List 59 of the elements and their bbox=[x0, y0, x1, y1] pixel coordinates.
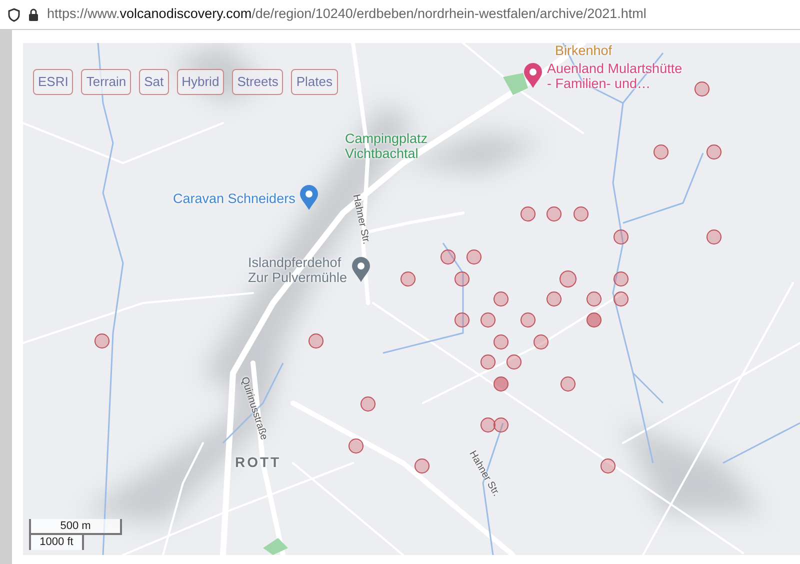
earthquake-marker[interactable] bbox=[414, 458, 430, 474]
earthquake-marker[interactable] bbox=[494, 334, 508, 350]
layer-button[interactable]: ESRI bbox=[33, 69, 74, 95]
map-pin-icon[interactable] bbox=[351, 257, 372, 283]
earthquake-marker[interactable] bbox=[694, 82, 710, 96]
earthquake-marker[interactable] bbox=[494, 376, 508, 392]
earthquake-marker[interactable] bbox=[480, 354, 496, 370]
earthquake-marker[interactable] bbox=[706, 230, 722, 244]
layer-button[interactable]: Terrain bbox=[81, 69, 132, 95]
earthquake-marker[interactable] bbox=[94, 334, 110, 348]
earthquake-marker[interactable] bbox=[614, 292, 628, 306]
street-label: Hahner Str. bbox=[349, 193, 373, 246]
earthquake-marker[interactable] bbox=[400, 272, 416, 286]
earthquake-marker[interactable] bbox=[586, 312, 602, 328]
earthquake-marker[interactable] bbox=[560, 270, 576, 288]
earthquake-marker[interactable] bbox=[600, 458, 616, 474]
layer-button[interactable]: Sat bbox=[139, 69, 169, 95]
poi-label: Auenland Mulartshütte - Familien- und… bbox=[547, 61, 682, 91]
earthquake-marker[interactable] bbox=[614, 230, 628, 244]
map-pin-icon[interactable] bbox=[523, 63, 543, 89]
earthquake-marker[interactable] bbox=[614, 272, 628, 286]
place-label: Campingplatz Vichtbachtal bbox=[345, 131, 428, 161]
earthquake-marker[interactable] bbox=[506, 354, 522, 370]
park-area bbox=[503, 73, 528, 95]
earthquake-marker[interactable] bbox=[440, 250, 456, 264]
earthquake-marker[interactable] bbox=[534, 334, 548, 350]
earthquake-marker[interactable] bbox=[308, 334, 324, 348]
earthquake-marker[interactable] bbox=[454, 272, 470, 286]
earthquake-marker[interactable] bbox=[466, 250, 482, 264]
earthquake-marker[interactable] bbox=[480, 418, 496, 432]
earthquake-marker[interactable] bbox=[546, 292, 562, 306]
lock-icon bbox=[28, 8, 39, 22]
layer-button[interactable]: Plates bbox=[291, 69, 338, 95]
earthquake-marker[interactable] bbox=[586, 292, 602, 306]
place-label: Birkenhof bbox=[555, 43, 612, 58]
earthquake-marker[interactable] bbox=[520, 206, 536, 222]
layer-button[interactable]: Hybrid bbox=[176, 69, 224, 95]
town-label: ROTT bbox=[235, 455, 282, 470]
earthquake-marker[interactable] bbox=[480, 312, 496, 328]
earthquake-marker[interactable] bbox=[360, 396, 376, 412]
layer-button[interactable]: Streets bbox=[232, 69, 284, 95]
earthquake-marker[interactable] bbox=[546, 206, 562, 222]
poi-label: Caravan Schneiders bbox=[173, 190, 296, 206]
earthquake-marker[interactable] bbox=[454, 312, 470, 328]
scale-bar: 1000 ft bbox=[29, 535, 84, 550]
earthquake-marker[interactable] bbox=[520, 312, 536, 328]
poi-label: Islandpferdehof Zur Pulvermühle bbox=[248, 255, 348, 285]
park-area bbox=[263, 538, 288, 555]
earthquake-marker[interactable] bbox=[654, 144, 668, 160]
map-pin-icon[interactable] bbox=[299, 185, 320, 211]
shield-icon bbox=[8, 8, 20, 22]
earthquake-marker[interactable] bbox=[494, 418, 508, 432]
scale-bar: 500 m bbox=[29, 519, 122, 535]
earthquake-marker[interactable] bbox=[494, 292, 508, 306]
url-text[interactable]: https://www.volcanodiscovery.com/de/region/10240/erdbeben/nordrhein-westfalen/archive/2021.html bbox=[47, 4, 646, 25]
earthquake-marker[interactable] bbox=[574, 206, 588, 222]
earthquake-marker[interactable] bbox=[706, 144, 722, 160]
earthquake-marker[interactable] bbox=[348, 438, 364, 454]
earthquake-marker[interactable] bbox=[560, 376, 576, 392]
